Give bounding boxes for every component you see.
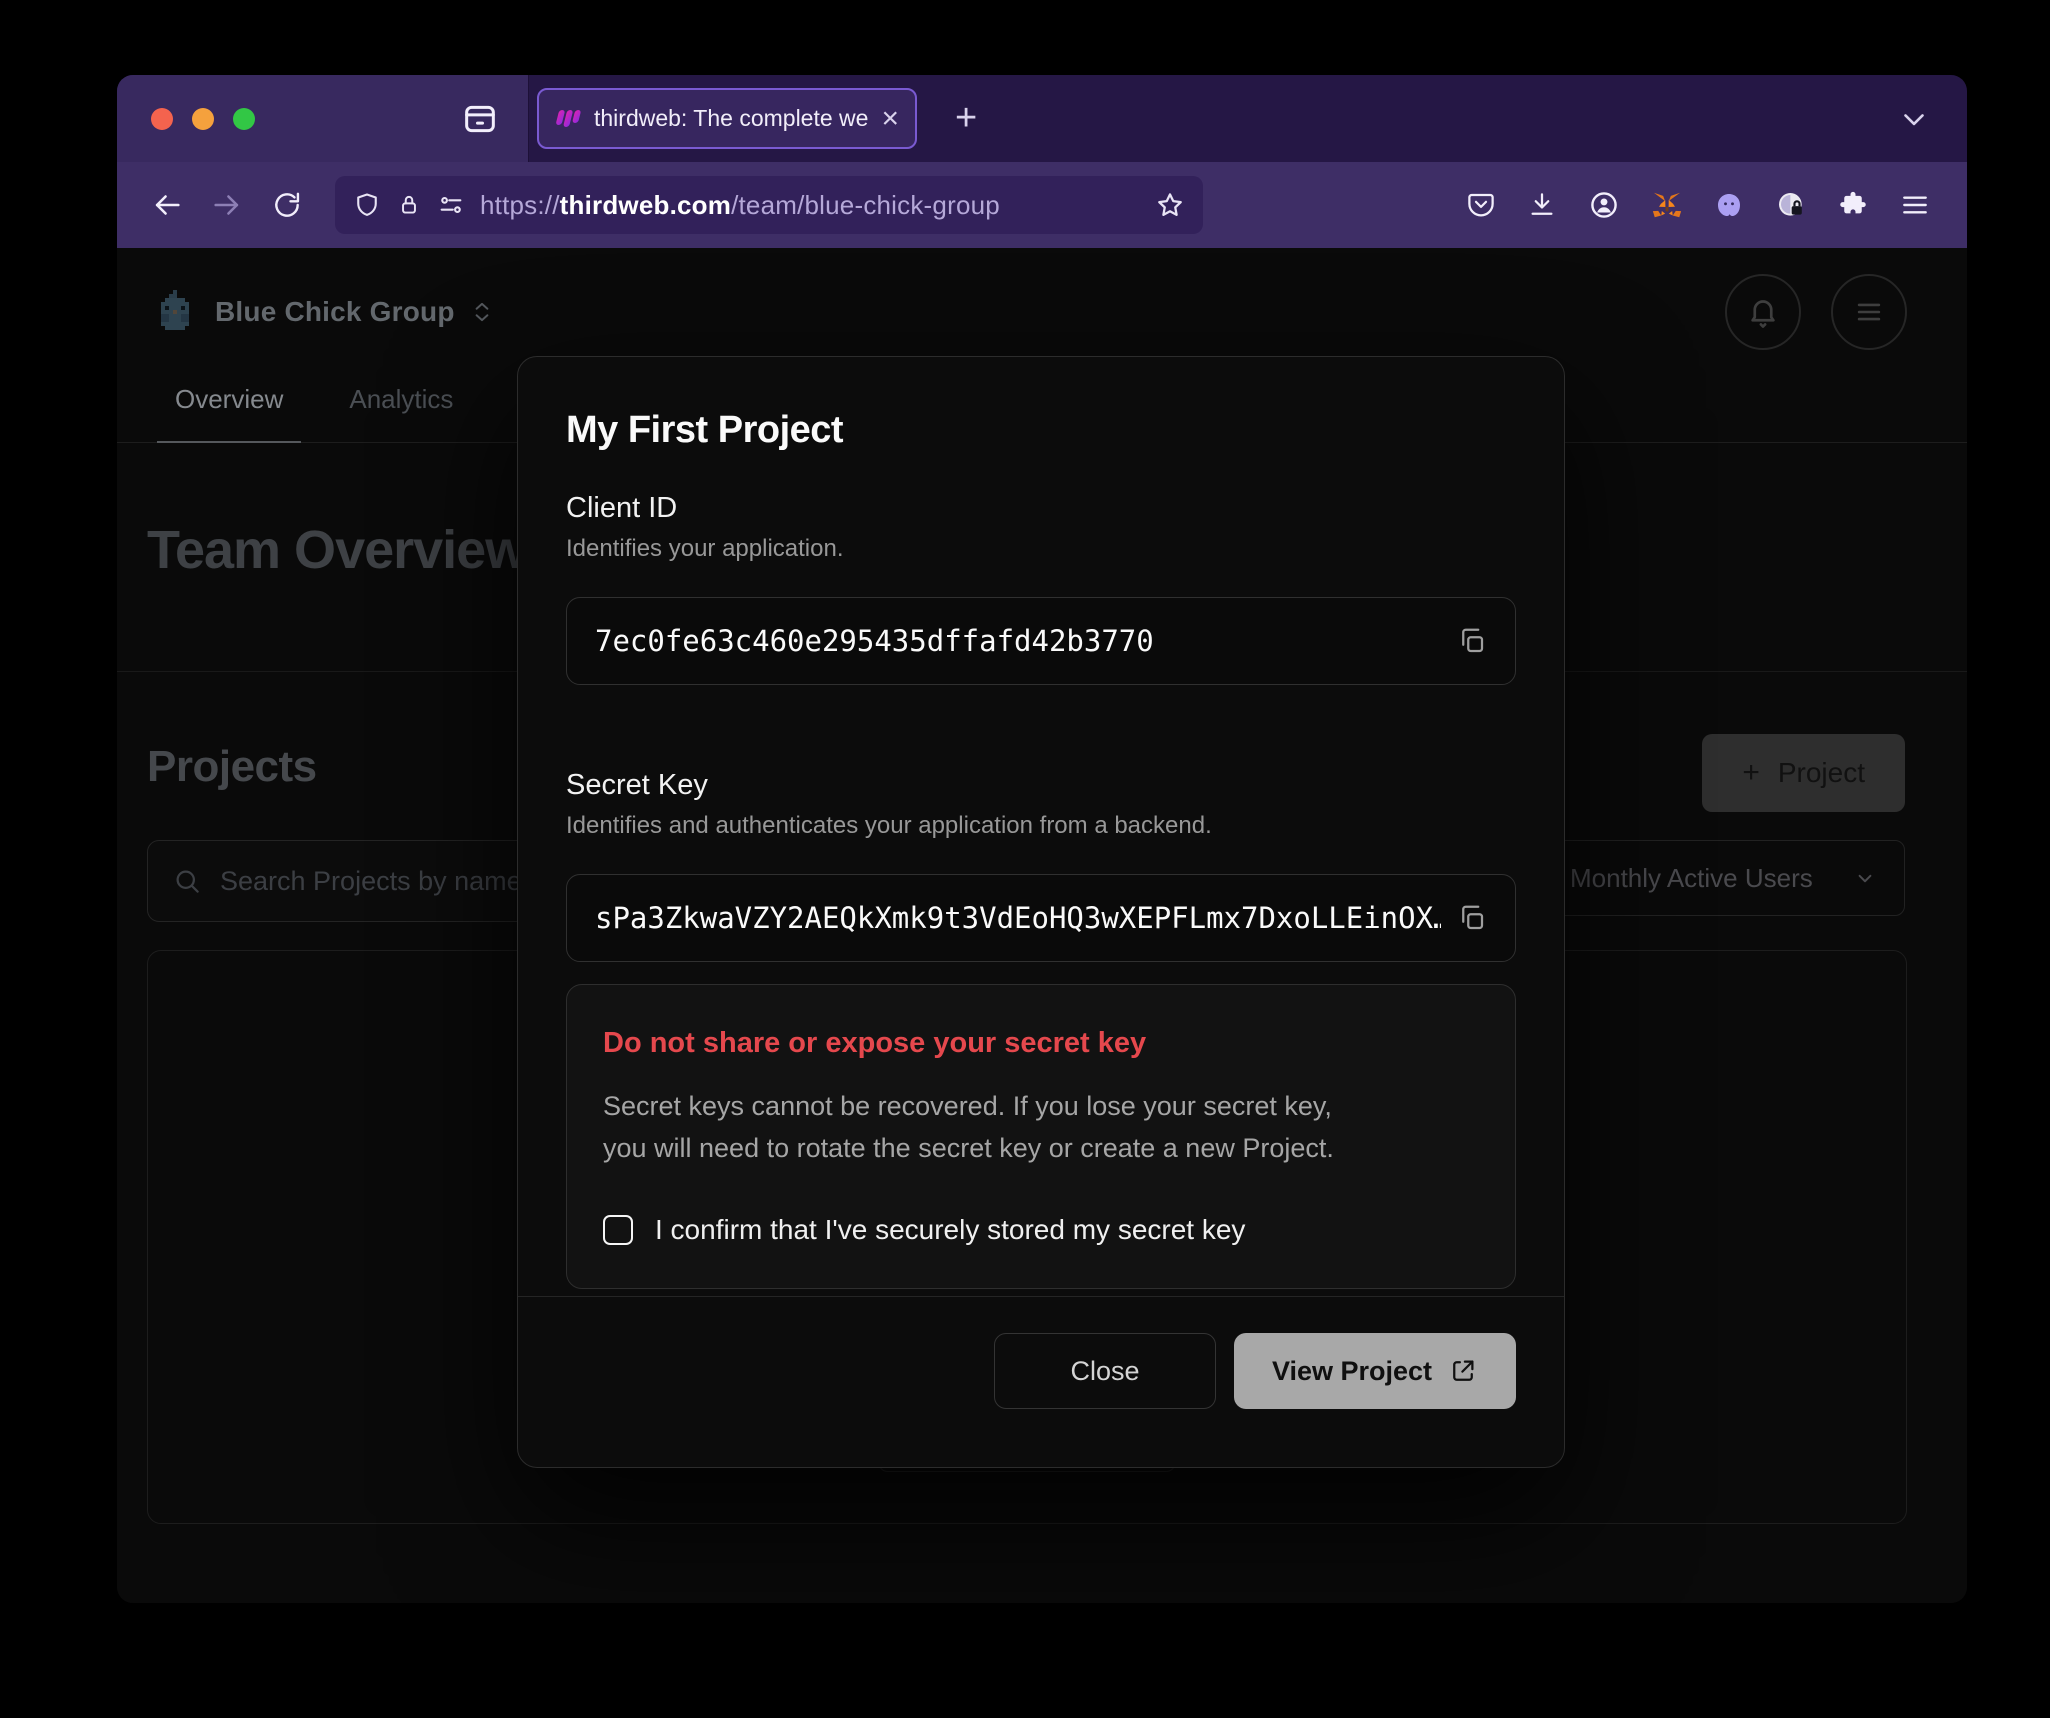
- view-project-button[interactable]: View Project: [1234, 1333, 1516, 1409]
- confirm-label: I confirm that I've securely stored my s…: [655, 1214, 1245, 1246]
- reload-button[interactable]: [265, 183, 309, 227]
- tab-analytics[interactable]: Analytics: [349, 384, 453, 442]
- permissions-icon[interactable]: [437, 191, 465, 219]
- menu-hamburger-icon[interactable]: [1899, 189, 1931, 221]
- browser-tab-thirdweb[interactable]: thirdweb: The complete web3 de ×: [537, 88, 917, 149]
- secret-key-description: Identifies and authenticates your applic…: [566, 812, 1516, 840]
- tab-title: thirdweb: The complete web3 de: [594, 105, 868, 132]
- thirdweb-dashboard-page: Blue Chick Group Overview Analytics: [117, 248, 1967, 1603]
- client-id-value: 7ec0fe63c460e295435dffafd42b3770: [595, 624, 1154, 658]
- project-created-modal: My First Project Client ID Identifies yo…: [517, 356, 1565, 1468]
- new-tab-button[interactable]: +: [955, 75, 977, 162]
- warning-title: Do not share or expose your secret key: [603, 1027, 1479, 1060]
- team-avatar: [153, 290, 197, 334]
- browser-tab-bar: thirdweb: The complete web3 de × +: [117, 75, 1967, 162]
- downloads-icon[interactable]: [1527, 190, 1557, 220]
- warning-body: Secret keys cannot be recovered. If you …: [603, 1086, 1479, 1170]
- warning-line-1: Secret keys cannot be recovered. If you …: [603, 1086, 1479, 1128]
- modal-footer: Close View Project: [518, 1296, 1564, 1467]
- url-scheme: https://: [480, 190, 560, 220]
- search-icon: [172, 866, 202, 896]
- account-icon[interactable]: [1588, 189, 1620, 221]
- client-id-field[interactable]: 7ec0fe63c460e295435dffafd42b3770: [566, 597, 1516, 685]
- tab-manager-icon[interactable]: [460, 99, 500, 139]
- team-name: Blue Chick Group: [215, 296, 455, 328]
- secret-key-field[interactable]: sPa3ZkwaVZY2AEQkXmk9t3VdEoHQ3wXEPFLmx7Dx…: [566, 874, 1516, 962]
- url-text: https://thirdweb.com/team/blue-chick-gro…: [480, 190, 1000, 221]
- copy-client-id-button[interactable]: [1441, 626, 1487, 656]
- screen: thirdweb: The complete web3 de × +: [0, 0, 2050, 1718]
- add-project-button[interactable]: + Project: [1702, 734, 1905, 812]
- bookmark-star-icon[interactable]: [1155, 190, 1185, 220]
- add-project-label: Project: [1778, 757, 1865, 789]
- sort-dropdown-label: Monthly Active Users: [1570, 863, 1813, 894]
- url-domain: thirdweb.com: [560, 190, 731, 220]
- copy-secret-key-button[interactable]: [1441, 903, 1487, 933]
- window-controls: [117, 75, 529, 162]
- modal-body: My First Project Client ID Identifies yo…: [518, 357, 1564, 1289]
- sort-dropdown[interactable]: Monthly Active Users: [1543, 840, 1905, 916]
- browser-nav-bar: https://thirdweb.com/team/blue-chick-gro…: [117, 162, 1967, 248]
- forward-button[interactable]: [205, 183, 249, 227]
- confirm-row: I confirm that I've securely stored my s…: [603, 1214, 1479, 1246]
- secret-key-label: Secret Key: [566, 769, 1516, 802]
- secret-key-warning: Do not share or expose your secret key S…: [566, 984, 1516, 1289]
- pocket-icon[interactable]: [1466, 190, 1496, 220]
- metamask-icon[interactable]: [1651, 189, 1683, 221]
- toolbar-extensions: [1466, 189, 1939, 221]
- confirm-checkbox[interactable]: [603, 1215, 633, 1245]
- url-path: /team/blue-chick-group: [731, 190, 1000, 220]
- url-bar[interactable]: https://thirdweb.com/team/blue-chick-gro…: [335, 176, 1203, 234]
- phantom-icon[interactable]: [1714, 190, 1744, 220]
- external-link-icon: [1448, 1356, 1478, 1386]
- list-all-tabs-chevron-icon[interactable]: [1897, 75, 1931, 162]
- secret-key-value: sPa3ZkwaVZY2AEQkXmk9t3VdEoHQ3wXEPFLmx7Dx…: [595, 901, 1441, 935]
- thirdweb-favicon-icon: [553, 107, 583, 131]
- back-button[interactable]: [145, 183, 189, 227]
- tab-close-icon[interactable]: ×: [879, 104, 901, 134]
- warning-line-2: you will need to rotate the secret key o…: [603, 1128, 1479, 1170]
- chevron-down-icon: [1852, 865, 1878, 891]
- modal-title: My First Project: [566, 409, 1516, 452]
- tracking-shield-icon[interactable]: [353, 191, 381, 219]
- window-minimize-button[interactable]: [192, 108, 214, 130]
- close-button[interactable]: Close: [994, 1333, 1216, 1409]
- browser-window: thirdweb: The complete web3 de × +: [117, 75, 1967, 1603]
- lock-icon[interactable]: [396, 192, 422, 218]
- client-id-label: Client ID: [566, 492, 1516, 525]
- privacy-extension-icon[interactable]: [1775, 189, 1807, 221]
- tab-overview[interactable]: Overview: [175, 384, 283, 442]
- extensions-puzzle-icon[interactable]: [1838, 190, 1868, 220]
- view-project-label: View Project: [1272, 1356, 1432, 1387]
- plus-icon: +: [1742, 756, 1760, 790]
- window-close-button[interactable]: [151, 108, 173, 130]
- window-zoom-button[interactable]: [233, 108, 255, 130]
- team-header: Blue Chick Group: [117, 248, 1967, 350]
- client-id-description: Identifies your application.: [566, 535, 1516, 563]
- team-switcher-chevrons-icon[interactable]: [469, 299, 495, 325]
- dashboard-menu-button[interactable]: [1831, 274, 1907, 350]
- notifications-bell-button[interactable]: [1725, 274, 1801, 350]
